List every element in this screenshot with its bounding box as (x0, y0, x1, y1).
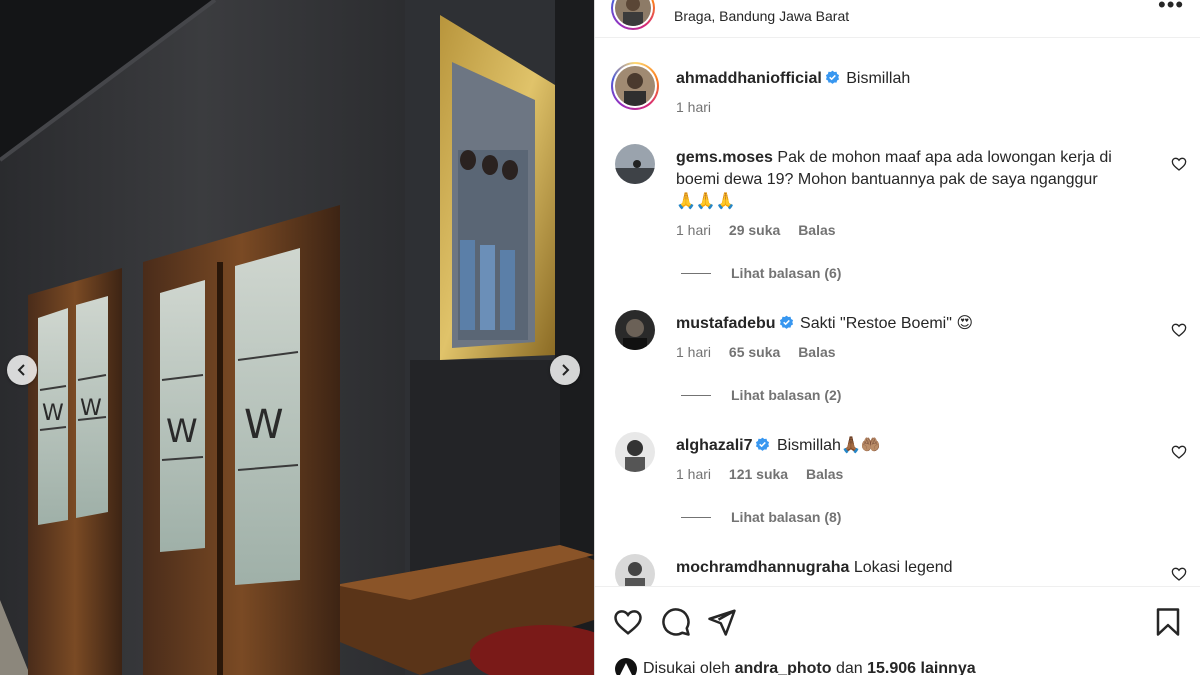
comment-body: Bismillah (776, 437, 841, 454)
commenter-avatar[interactable] (615, 144, 655, 184)
comments-list[interactable]: ahmaddhaniofficial Bismillah 1 hari gems… (595, 38, 1200, 586)
svg-text:W: W (166, 412, 198, 450)
comment-username[interactable]: gems.moses (676, 149, 773, 166)
comment-text: gems.moses Pak de mohon maaf apa ada low… (676, 147, 1146, 213)
comment-meta: 1 hari 65 suka Balas (676, 344, 850, 360)
comment-text: mochramdhannugraha Lokasi legend (676, 557, 1146, 579)
author-avatar[interactable] (611, 0, 655, 30)
comment-emoji: 😍 (956, 315, 974, 332)
comment-time: 1 hari (676, 222, 712, 238)
verified-badge-icon (756, 437, 770, 451)
view-replies-button[interactable]: Lihat balasan (8) (681, 509, 841, 525)
comment-emoji: 🙏🙏🙏 (676, 193, 736, 210)
comment-likes[interactable]: 65 suka (729, 344, 780, 360)
like-comment-heart-icon[interactable] (1171, 156, 1187, 172)
verified-badge-icon (779, 315, 793, 329)
view-replies-button[interactable]: Lihat balasan (2) (681, 387, 841, 403)
comment-bubble-icon[interactable] (661, 607, 691, 637)
reply-button[interactable]: Balas (798, 222, 835, 238)
save-bookmark-icon[interactable] (1153, 607, 1183, 637)
like-heart-icon[interactable] (613, 607, 643, 637)
likes-prefix: Disukai oleh (643, 660, 731, 675)
chevron-left-icon (17, 364, 25, 376)
comment-username[interactable]: alghazali7 (676, 437, 752, 454)
comment-text: mustafadebu Sakti "Restoe Boemi" 😍 (676, 313, 1146, 335)
share-send-icon[interactable] (707, 607, 737, 637)
comment-time: 1 hari (676, 344, 712, 360)
post-header: Braga, Bandung Jawa Barat ••• (595, 0, 1200, 38)
like-comment-heart-icon[interactable] (1171, 566, 1187, 582)
comment-meta: 1 hari 121 suka Balas (676, 466, 857, 482)
comment-text: alghazali7 Bismillah🙏🏾🤲🏽 (676, 435, 1146, 457)
replies-divider (681, 394, 711, 396)
chevron-right-icon (562, 364, 570, 376)
liker-username[interactable]: andra_photo (735, 660, 832, 675)
reply-button[interactable]: Balas (798, 344, 835, 360)
post-media[interactable]: W W W W (0, 0, 594, 675)
reply-button[interactable]: Balas (806, 466, 843, 482)
caption-body: Bismillah (846, 70, 911, 87)
commenter-avatar[interactable] (615, 432, 655, 472)
commenter-avatar[interactable] (615, 310, 655, 350)
liker-avatar[interactable] (615, 658, 637, 675)
previous-image-button[interactable] (7, 355, 37, 385)
likes-summary: Disukai oleh andra_photo dan 15.906 lain… (615, 658, 976, 675)
like-comment-heart-icon[interactable] (1171, 322, 1187, 338)
replies-divider (681, 516, 711, 518)
comment-emoji: 🙏🏾🤲🏽 (840, 437, 881, 454)
comment-meta: 1 hari 29 suka Balas (676, 222, 850, 238)
more-horizontal-icon[interactable]: ••• (1158, 0, 1184, 18)
caption-avatar[interactable] (611, 62, 659, 110)
like-comment-heart-icon[interactable] (1171, 444, 1187, 460)
post-photo: W W W W (0, 0, 594, 675)
comment-likes[interactable]: 29 suka (729, 222, 780, 238)
caption-time: 1 hari (676, 99, 712, 115)
instagram-post-view: W W W W Braga, Bandung Jawa Barat ••• ah… (0, 0, 1200, 675)
comment-username[interactable]: mustafadebu (676, 315, 776, 332)
comment-likes[interactable]: 121 suka (729, 466, 788, 482)
view-replies-label: Lihat balasan (2) (731, 387, 842, 403)
comment-body: Sakti "Restoe Boemi" (800, 315, 952, 332)
likes-count[interactable]: 15.906 lainnya (867, 660, 976, 675)
replies-divider (681, 272, 711, 274)
caption-username[interactable]: ahmaddhaniofficial (676, 70, 822, 87)
view-replies-button[interactable]: Lihat balasan (6) (681, 265, 841, 281)
likes-middle: dan (835, 660, 863, 675)
post-location[interactable]: Braga, Bandung Jawa Barat (674, 8, 849, 24)
svg-text:W: W (244, 402, 284, 448)
caption-text: ahmaddhaniofficial Bismillah (676, 68, 1146, 90)
next-image-button[interactable] (550, 355, 580, 385)
verified-badge-icon (825, 70, 839, 84)
commenter-avatar[interactable] (615, 554, 655, 586)
svg-text:W: W (80, 396, 102, 421)
caption-meta: 1 hari (676, 99, 725, 115)
comment-username[interactable]: mochramdhannugraha (676, 559, 849, 576)
view-replies-label: Lihat balasan (8) (731, 509, 842, 525)
comment-body: Lokasi legend (853, 559, 953, 576)
view-replies-label: Lihat balasan (6) (731, 265, 842, 281)
post-side-panel: Braga, Bandung Jawa Barat ••• ahmaddhani… (594, 0, 1200, 675)
comment-time: 1 hari (676, 466, 712, 482)
svg-text:W: W (42, 401, 64, 426)
